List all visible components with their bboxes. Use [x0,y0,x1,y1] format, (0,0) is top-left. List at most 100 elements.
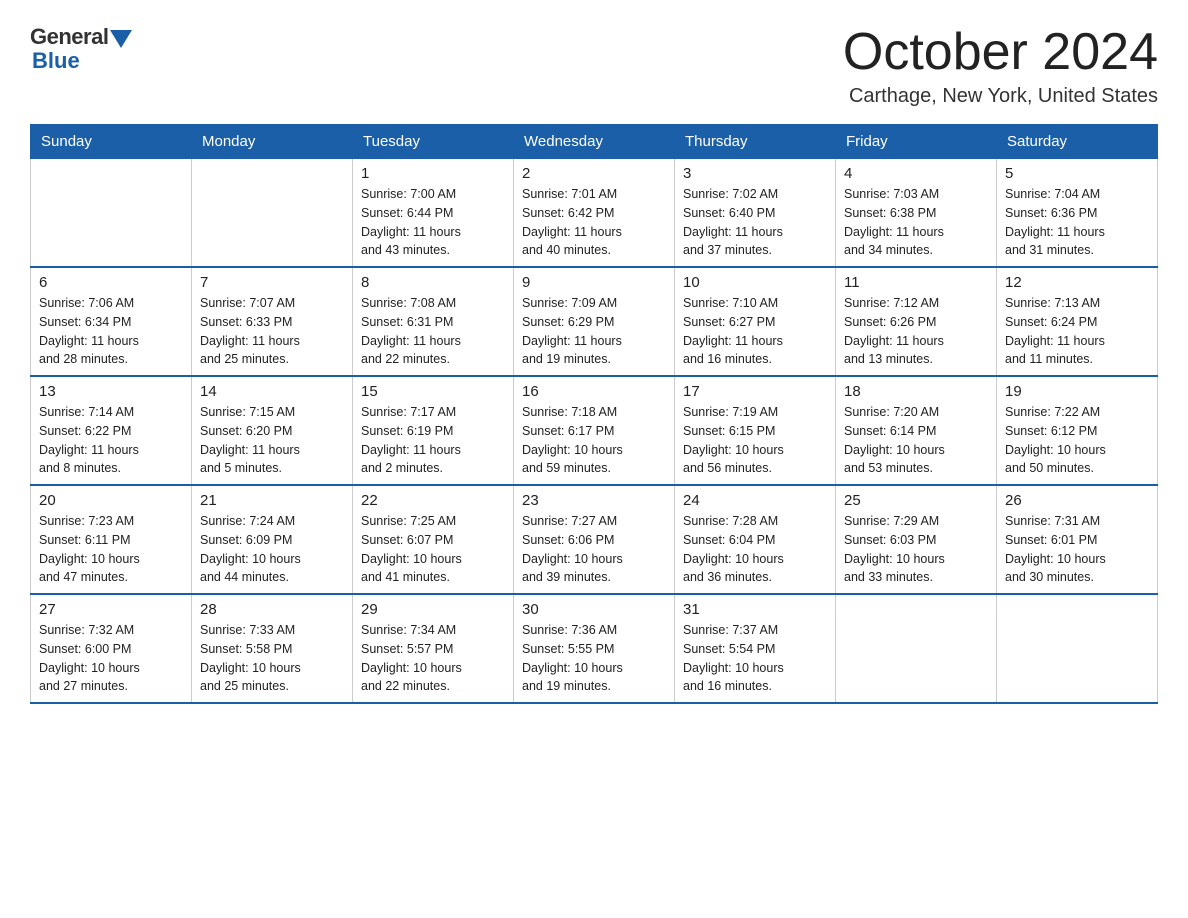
day-number: 6 [39,274,183,291]
day-info: Sunrise: 7:18 AMSunset: 6:17 PMDaylight:… [522,403,666,478]
calendar-day-15: 15 Sunrise: 7:17 AMSunset: 6:19 PMDayligh… [353,376,514,485]
calendar-day-3: 3 Sunrise: 7:02 AMSunset: 6:40 PMDaylight… [675,159,836,268]
day-info: Sunrise: 7:09 AMSunset: 6:29 PMDaylight:… [522,294,666,369]
day-info: Sunrise: 7:07 AMSunset: 6:33 PMDaylight:… [200,294,344,369]
day-info: Sunrise: 7:31 AMSunset: 6:01 PMDaylight:… [1005,512,1149,587]
day-info: Sunrise: 7:01 AMSunset: 6:42 PMDaylight:… [522,185,666,260]
day-info: Sunrise: 7:08 AMSunset: 6:31 PMDaylight:… [361,294,505,369]
weekday-header-saturday: Saturday [997,125,1158,159]
weekday-header-thursday: Thursday [675,125,836,159]
day-number: 16 [522,383,666,400]
calendar-body: 1 Sunrise: 7:00 AMSunset: 6:44 PMDaylight… [31,159,1158,704]
day-number: 18 [844,383,988,400]
logo: General Blue [30,24,134,74]
title-section: October 2024 Carthage, New York, United … [843,24,1158,108]
day-info: Sunrise: 7:25 AMSunset: 6:07 PMDaylight:… [361,512,505,587]
logo-triangle-icon [110,30,132,48]
calendar-day-31: 31 Sunrise: 7:37 AMSunset: 5:54 PMDayligh… [675,594,836,703]
weekday-header-sunday: Sunday [31,125,192,159]
calendar-day-7: 7 Sunrise: 7:07 AMSunset: 6:33 PMDaylight… [192,267,353,376]
calendar-week-row: 13Sunrise: 7:14 AMSunset: 6:22 PMDayligh… [31,376,1158,485]
day-number: 25 [844,492,988,509]
calendar-day-2: 2 Sunrise: 7:01 AMSunset: 6:42 PMDaylight… [514,159,675,268]
calendar-day-empty [997,594,1158,703]
calendar-day-18: 18Sunrise: 7:20 AMSunset: 6:14 PMDayligh… [836,376,997,485]
calendar-day-27: 27Sunrise: 7:32 AMSunset: 6:00 PMDayligh… [31,594,192,703]
day-number: 4 [844,165,988,182]
calendar-day-14: 14Sunrise: 7:15 AMSunset: 6:20 PMDayligh… [192,376,353,485]
calendar-day-13: 13Sunrise: 7:14 AMSunset: 6:22 PMDayligh… [31,376,192,485]
weekday-header-tuesday: Tuesday [353,125,514,159]
logo-blue-text: Blue [32,48,80,74]
day-number: 17 [683,383,827,400]
calendar-day-21: 21Sunrise: 7:24 AMSunset: 6:09 PMDayligh… [192,485,353,594]
day-info: Sunrise: 7:02 AMSunset: 6:40 PMDaylight:… [683,185,827,260]
calendar-day-25: 25 Sunrise: 7:29 AMSunset: 6:03 PMDayligh… [836,485,997,594]
day-number: 20 [39,492,183,509]
day-number: 12 [1005,274,1149,291]
day-info: Sunrise: 7:17 AMSunset: 6:19 PMDaylight:… [361,403,505,478]
day-number: 9 [522,274,666,291]
calendar-day-empty [31,159,192,268]
day-number: 1 [361,165,505,182]
day-info: Sunrise: 7:29 AMSunset: 6:03 PMDaylight:… [844,512,988,587]
day-number: 19 [1005,383,1149,400]
day-info: Sunrise: 7:32 AMSunset: 6:00 PMDaylight:… [39,621,183,696]
day-number: 2 [522,165,666,182]
day-info: Sunrise: 7:14 AMSunset: 6:22 PMDaylight:… [39,403,183,478]
calendar-day-17: 17Sunrise: 7:19 AMSunset: 6:15 PMDayligh… [675,376,836,485]
day-number: 23 [522,492,666,509]
calendar-day-19: 19 Sunrise: 7:22 AMSunset: 6:12 PMDayligh… [997,376,1158,485]
weekday-header-monday: Monday [192,125,353,159]
calendar-day-empty [192,159,353,268]
calendar-day-28: 28Sunrise: 7:33 AMSunset: 5:58 PMDayligh… [192,594,353,703]
calendar-day-5: 5 Sunrise: 7:04 AMSunset: 6:36 PMDaylight… [997,159,1158,268]
day-number: 22 [361,492,505,509]
calendar-day-4: 4 Sunrise: 7:03 AMSunset: 6:38 PMDaylight… [836,159,997,268]
day-info: Sunrise: 7:15 AMSunset: 6:20 PMDaylight:… [200,403,344,478]
day-info: Sunrise: 7:06 AMSunset: 6:34 PMDaylight:… [39,294,183,369]
calendar-day-8: 8 Sunrise: 7:08 AMSunset: 6:31 PMDaylight… [353,267,514,376]
day-info: Sunrise: 7:24 AMSunset: 6:09 PMDaylight:… [200,512,344,587]
calendar-day-1: 1 Sunrise: 7:00 AMSunset: 6:44 PMDaylight… [353,159,514,268]
day-info: Sunrise: 7:33 AMSunset: 5:58 PMDaylight:… [200,621,344,696]
day-info: Sunrise: 7:37 AMSunset: 5:54 PMDaylight:… [683,621,827,696]
day-info: Sunrise: 7:03 AMSunset: 6:38 PMDaylight:… [844,185,988,260]
month-title: October 2024 [843,24,1158,81]
calendar-day-11: 11Sunrise: 7:12 AMSunset: 6:26 PMDayligh… [836,267,997,376]
page-header: General Blue October 2024 Carthage, New … [30,24,1158,108]
calendar-week-row: 1 Sunrise: 7:00 AMSunset: 6:44 PMDaylight… [31,159,1158,268]
day-number: 30 [522,601,666,618]
day-number: 29 [361,601,505,618]
day-number: 5 [1005,165,1149,182]
day-number: 10 [683,274,827,291]
calendar-day-6: 6 Sunrise: 7:06 AMSunset: 6:34 PMDaylight… [31,267,192,376]
day-number: 31 [683,601,827,618]
day-number: 7 [200,274,344,291]
calendar-table: SundayMondayTuesdayWednesdayThursdayFrid… [30,124,1158,704]
day-number: 24 [683,492,827,509]
calendar-day-empty [836,594,997,703]
day-info: Sunrise: 7:22 AMSunset: 6:12 PMDaylight:… [1005,403,1149,478]
calendar-day-12: 12 Sunrise: 7:13 AMSunset: 6:24 PMDayligh… [997,267,1158,376]
day-info: Sunrise: 7:00 AMSunset: 6:44 PMDaylight:… [361,185,505,260]
weekday-header-friday: Friday [836,125,997,159]
day-info: Sunrise: 7:28 AMSunset: 6:04 PMDaylight:… [683,512,827,587]
calendar-week-row: 27Sunrise: 7:32 AMSunset: 6:00 PMDayligh… [31,594,1158,703]
calendar-day-16: 16 Sunrise: 7:18 AMSunset: 6:17 PMDayligh… [514,376,675,485]
calendar-day-24: 24 Sunrise: 7:28 AMSunset: 6:04 PMDayligh… [675,485,836,594]
calendar-day-9: 9 Sunrise: 7:09 AMSunset: 6:29 PMDaylight… [514,267,675,376]
day-number: 15 [361,383,505,400]
day-info: Sunrise: 7:23 AMSunset: 6:11 PMDaylight:… [39,512,183,587]
calendar-day-29: 29 Sunrise: 7:34 AMSunset: 5:57 PMDayligh… [353,594,514,703]
day-info: Sunrise: 7:12 AMSunset: 6:26 PMDaylight:… [844,294,988,369]
calendar-day-20: 20 Sunrise: 7:23 AMSunset: 6:11 PMDayligh… [31,485,192,594]
day-info: Sunrise: 7:13 AMSunset: 6:24 PMDaylight:… [1005,294,1149,369]
day-number: 3 [683,165,827,182]
day-info: Sunrise: 7:27 AMSunset: 6:06 PMDaylight:… [522,512,666,587]
calendar-week-row: 6 Sunrise: 7:06 AMSunset: 6:34 PMDaylight… [31,267,1158,376]
day-info: Sunrise: 7:04 AMSunset: 6:36 PMDaylight:… [1005,185,1149,260]
calendar-day-26: 26Sunrise: 7:31 AMSunset: 6:01 PMDayligh… [997,485,1158,594]
day-info: Sunrise: 7:34 AMSunset: 5:57 PMDaylight:… [361,621,505,696]
day-number: 8 [361,274,505,291]
